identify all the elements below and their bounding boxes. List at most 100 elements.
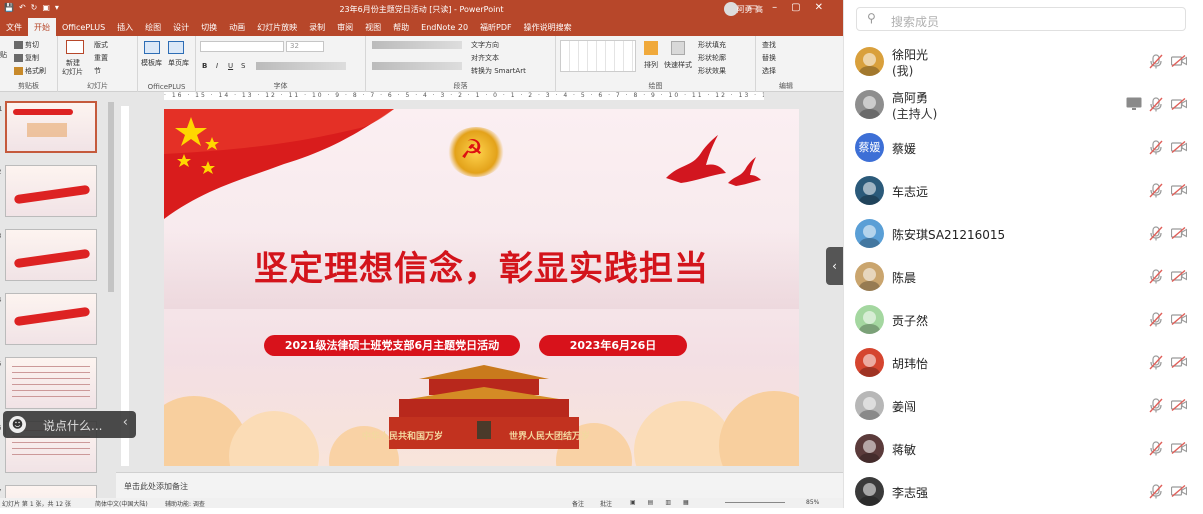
member-row[interactable]: 贡子然: [844, 299, 1203, 342]
camera-off-icon[interactable]: [1171, 98, 1187, 110]
strike-button[interactable]: S: [241, 62, 245, 70]
italic-button[interactable]: I: [216, 62, 218, 70]
mic-muted-icon[interactable]: [1149, 441, 1163, 456]
collapse-panel-button[interactable]: ‹: [826, 247, 843, 285]
mic-muted-icon[interactable]: [1149, 140, 1163, 155]
find-button[interactable]: 查找: [762, 40, 776, 50]
accessibility-status[interactable]: 辅助功能: 调查: [165, 499, 205, 508]
tab-view[interactable]: 视图: [359, 18, 387, 36]
underline-button[interactable]: U: [228, 62, 233, 70]
chevron-left-icon[interactable]: ‹: [123, 415, 128, 430]
tab-foxit[interactable]: 福昕PDF: [474, 18, 518, 36]
font-format-buttons[interactable]: [256, 62, 346, 70]
slide-thumbnail[interactable]: 7: [0, 485, 97, 498]
camera-off-icon[interactable]: [1171, 227, 1187, 239]
camera-off-icon[interactable]: [1171, 356, 1187, 368]
tab-review[interactable]: 审阅: [331, 18, 359, 36]
zoom-level[interactable]: 85%: [806, 499, 819, 506]
tab-design[interactable]: 设计: [167, 18, 195, 36]
mic-muted-icon[interactable]: [1149, 398, 1163, 413]
member-row[interactable]: 陈晨: [844, 256, 1203, 299]
mic-muted-icon[interactable]: [1149, 484, 1163, 499]
member-row[interactable]: 高阿勇 (主持人): [844, 84, 1203, 127]
mic-muted-icon[interactable]: [1149, 312, 1163, 327]
template-icon[interactable]: [144, 41, 160, 54]
slide-thumbnail[interactable]: 1: [0, 101, 97, 153]
text-direction-button[interactable]: 文字方向: [471, 40, 499, 50]
chat-input-bubble[interactable]: ☻ 说点什么... ‹: [3, 411, 136, 438]
view-buttons[interactable]: ▣▤▥▦: [630, 499, 701, 506]
camera-off-icon[interactable]: [1171, 442, 1187, 454]
member-search-input[interactable]: ⚲ 搜索成员: [856, 7, 1186, 31]
format-painter-button[interactable]: 格式刷: [14, 66, 46, 76]
zoom-slider[interactable]: [725, 502, 785, 503]
arrange-icon[interactable]: [644, 41, 658, 55]
list-buttons[interactable]: [372, 41, 462, 49]
tab-officeplus[interactable]: OfficePLUS: [56, 19, 111, 37]
tab-endnote[interactable]: EndNote 20: [415, 19, 474, 37]
current-slide[interactable]: ☭ 坚定理想信念，彰显实践担当 2021级法律硕士班党支部6月主题党日活动 20…: [164, 109, 799, 466]
bold-button[interactable]: B: [202, 62, 207, 70]
mic-muted-icon[interactable]: [1149, 269, 1163, 284]
camera-off-icon[interactable]: [1171, 313, 1187, 325]
member-row[interactable]: 车志远: [844, 170, 1203, 213]
tab-home[interactable]: 开始: [28, 18, 56, 36]
new-slide-icon[interactable]: [66, 40, 84, 54]
shape-fill-button[interactable]: 形状填充: [698, 40, 726, 50]
member-row[interactable]: 陈安琪SA21216015: [844, 213, 1203, 256]
single-page-label[interactable]: 单页库: [168, 58, 189, 68]
shape-effect-button[interactable]: 形状效果: [698, 66, 726, 76]
shapes-gallery[interactable]: [560, 40, 636, 72]
tab-animations[interactable]: 动画: [223, 18, 251, 36]
tell-me-search[interactable]: 操作说明搜索: [518, 18, 578, 36]
tab-draw[interactable]: 绘图: [139, 18, 167, 36]
mic-muted-icon[interactable]: [1149, 355, 1163, 370]
quick-style-icon[interactable]: [671, 41, 685, 55]
camera-off-icon[interactable]: [1171, 399, 1187, 411]
single-page-icon[interactable]: [168, 41, 184, 54]
window-controls[interactable]: ▭–▢✕: [749, 2, 837, 13]
camera-off-icon[interactable]: [1171, 485, 1187, 497]
camera-off-icon[interactable]: [1171, 141, 1187, 153]
notes-pane[interactable]: 单击此处添加备注: [116, 472, 843, 498]
camera-off-icon[interactable]: [1171, 270, 1187, 282]
mic-muted-icon[interactable]: [1149, 97, 1163, 112]
tab-transitions[interactable]: 切换: [195, 18, 223, 36]
emoji-icon[interactable]: ☻: [9, 416, 26, 433]
camera-off-icon[interactable]: [1171, 184, 1187, 196]
member-row[interactable]: 姜闯: [844, 385, 1203, 428]
tab-insert[interactable]: 插入: [111, 18, 139, 36]
new-slide-label-2[interactable]: 幻灯片: [62, 67, 83, 77]
replace-button[interactable]: 替换: [762, 53, 776, 63]
tab-help[interactable]: 帮助: [387, 18, 415, 36]
copy-button[interactable]: 复制: [14, 53, 39, 63]
paste-button[interactable]: 贴: [0, 50, 7, 60]
shape-outline-button[interactable]: 形状轮廓: [698, 53, 726, 63]
align-buttons[interactable]: [372, 62, 462, 70]
font-family-field[interactable]: [200, 41, 284, 52]
mic-muted-icon[interactable]: [1149, 183, 1163, 198]
comments-button[interactable]: 批注: [600, 499, 612, 508]
slide-thumbnail[interactable]: 5: [0, 357, 97, 409]
mic-muted-icon[interactable]: [1149, 226, 1163, 241]
language-status[interactable]: 简体中文(中国大陆): [95, 499, 148, 508]
layout-button[interactable]: 版式: [94, 40, 108, 50]
tab-slideshow[interactable]: 幻灯片放映: [251, 18, 303, 36]
slide-thumbnail[interactable]: 2: [0, 165, 97, 217]
slide-thumbnail[interactable]: 4: [0, 293, 97, 345]
notes-button[interactable]: 备注: [572, 499, 584, 508]
reset-button[interactable]: 重置: [94, 53, 108, 63]
select-button[interactable]: 选择: [762, 66, 776, 76]
align-text-button[interactable]: 对齐文本: [471, 53, 499, 63]
member-row[interactable]: 蔡媛 蔡媛: [844, 127, 1203, 170]
member-row[interactable]: 徐阳光 (我): [844, 41, 1203, 84]
font-size-field[interactable]: 32: [286, 41, 324, 52]
section-button[interactable]: 节: [94, 66, 101, 76]
arrange-label[interactable]: 排列: [644, 60, 658, 70]
quick-style-label[interactable]: 快速样式: [664, 60, 692, 70]
camera-off-icon[interactable]: [1171, 55, 1187, 67]
mic-muted-icon[interactable]: [1149, 54, 1163, 69]
scrollbar-thumb[interactable]: [108, 102, 114, 292]
member-row[interactable]: 胡玮怡: [844, 342, 1203, 385]
tab-record[interactable]: 录制: [303, 18, 331, 36]
